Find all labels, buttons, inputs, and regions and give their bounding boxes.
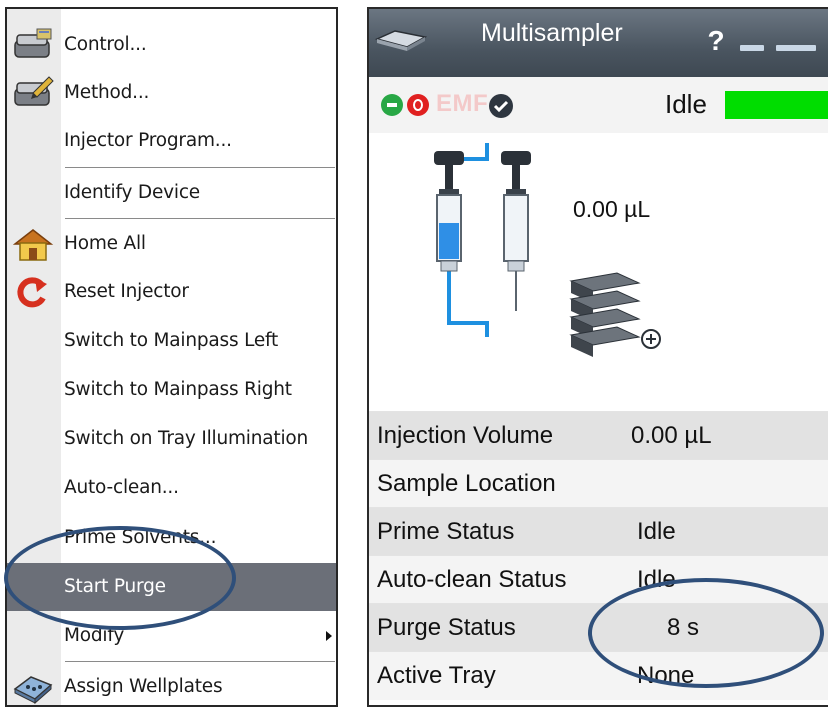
standby-green-icon[interactable] xyxy=(381,94,403,116)
property-name: Auto-clean Status xyxy=(377,566,567,593)
menu-item-reset-injector[interactable]: Reset Injector xyxy=(7,268,336,316)
menu-separator xyxy=(65,167,335,168)
menu-item-injector-program[interactable]: Injector Program... xyxy=(7,117,336,165)
minimize-button[interactable] xyxy=(737,21,767,61)
menu-item-label: Method... xyxy=(64,82,150,103)
property-value: Idle xyxy=(637,566,676,593)
home-icon xyxy=(12,229,54,261)
menu-item-label: Switch to Mainpass Left xyxy=(64,330,279,351)
power-off-icon[interactable] xyxy=(407,94,429,116)
control-device-icon xyxy=(14,28,52,58)
menu-item-modify[interactable]: Modify xyxy=(7,612,336,660)
property-row: Sample Location xyxy=(369,459,828,508)
property-value: 0.00 µL xyxy=(631,422,712,449)
menu-item-control[interactable]: Control... xyxy=(7,21,336,69)
menu-item-label: Home All xyxy=(64,233,146,254)
property-value: None xyxy=(637,662,695,689)
help-button[interactable]: ? xyxy=(699,21,733,61)
maximize-button[interactable] xyxy=(773,21,816,61)
menu-item-assign-wellplates[interactable]: Assign Wellplates xyxy=(7,663,336,705)
menu-item-label: Assign Wellplates xyxy=(64,676,223,697)
menu-item-label: Start Purge xyxy=(64,576,166,597)
menu-item-identify-device[interactable]: Identify Device xyxy=(7,169,336,217)
property-value: 8 s xyxy=(667,614,700,641)
property-name: Purge Status xyxy=(377,614,516,641)
emf-label[interactable]: EMF xyxy=(436,90,488,118)
help-icon: ? xyxy=(707,25,725,56)
menu-item-auto-clean[interactable]: Auto-clean... xyxy=(7,464,336,512)
submenu-arrow-icon xyxy=(326,631,332,641)
menu-item-switch-mainpass-left[interactable]: Switch to Mainpass Left xyxy=(7,317,336,365)
context-menu: Control... Method... Injector Program...… xyxy=(5,7,338,707)
injector-volume-readout: 0.00 µL xyxy=(573,196,651,222)
menu-item-start-purge[interactable]: Start Purge xyxy=(7,563,336,611)
menu-item-prime-solvents[interactable]: Prime Solvents... xyxy=(7,514,336,562)
instrument-logo-icon xyxy=(375,30,427,51)
minimize-icon xyxy=(740,45,764,51)
panel-titlebar[interactable]: Multisampler ? xyxy=(369,9,828,77)
menu-item-label: Modify xyxy=(64,625,125,646)
menu-item-label: Prime Solvents... xyxy=(64,527,217,548)
menu-separator xyxy=(65,218,335,219)
property-row: Auto-clean Status Idle xyxy=(369,555,828,604)
syringe-illustration xyxy=(434,143,661,357)
injector-graphic: 0.00 µL xyxy=(369,133,828,411)
menu-item-home-all[interactable]: Home All xyxy=(7,220,336,268)
property-name: Active Tray xyxy=(377,662,496,689)
sample-drawer-stack-icon xyxy=(569,272,641,357)
menu-item-switch-mainpass-right[interactable]: Switch to Mainpass Right xyxy=(7,366,336,414)
multisampler-panel: Multisampler ? EMF Idle 0.00 µL Injectio… xyxy=(367,7,828,707)
property-row: Purge Status 8 s xyxy=(369,603,828,652)
menu-item-label: Switch to Mainpass Right xyxy=(64,379,292,400)
menu-item-label: Control... xyxy=(64,34,147,55)
menu-item-label: Identify Device xyxy=(64,182,200,203)
menu-item-label: Auto-clean... xyxy=(64,477,179,498)
menu-item-method[interactable]: Method... xyxy=(7,69,336,117)
property-name: Sample Location xyxy=(377,470,556,497)
wellplate-icon xyxy=(13,676,53,705)
panel-title: Multisampler xyxy=(481,19,623,47)
menu-item-tray-illumination[interactable]: Switch on Tray Illumination xyxy=(7,415,336,463)
property-row: Injection Volume 0.00 µL xyxy=(369,411,828,460)
checkmark-icon xyxy=(489,94,513,118)
property-value: Idle xyxy=(637,518,676,545)
property-row: Active Tray None xyxy=(369,651,828,700)
device-state-label: Idle xyxy=(665,89,707,119)
menu-item-label: Switch on Tray Illumination xyxy=(64,428,309,449)
property-row: Prime Status Idle xyxy=(369,507,828,556)
status-bar: EMF Idle xyxy=(369,77,828,134)
menu-item-label: Reset Injector xyxy=(64,281,189,302)
reset-arrow-icon xyxy=(17,277,47,308)
method-edit-icon xyxy=(14,76,54,106)
maximize-icon xyxy=(776,45,816,51)
property-name: Prime Status xyxy=(377,518,515,545)
menu-separator xyxy=(65,661,335,662)
device-state-indicator xyxy=(725,91,828,119)
menu-item-label: Injector Program... xyxy=(64,130,232,151)
property-name: Injection Volume xyxy=(377,422,554,449)
